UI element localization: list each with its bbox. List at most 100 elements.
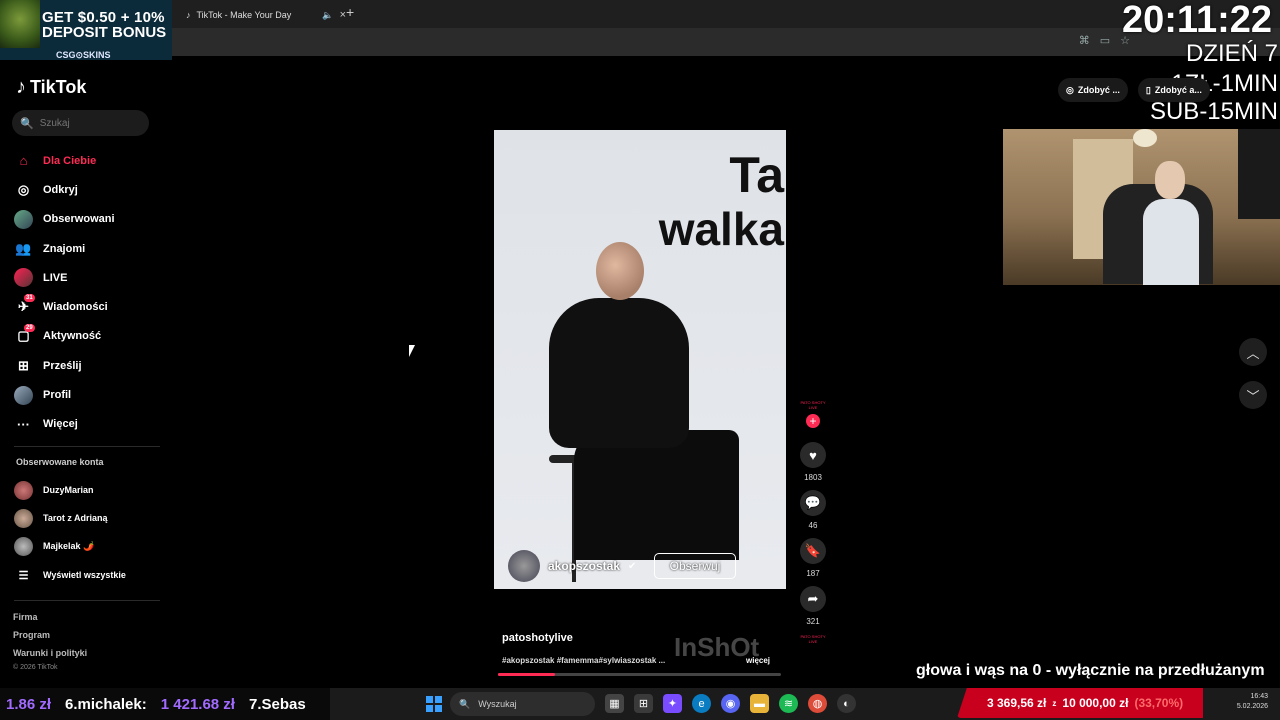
next-video-button[interactable]: ﹀ [1239, 381, 1267, 409]
leader-name-6: 6.michalek: [65, 695, 147, 713]
heart-icon: ♥ [800, 442, 826, 468]
sidebar-item-label: Znajomi [43, 242, 86, 255]
donation-percent: (33,70%) [1134, 696, 1184, 710]
new-tab-button[interactable]: + [346, 4, 354, 20]
stream-clock: 20:11:22 [1121, 0, 1272, 41]
followed-account[interactable]: DuzyMarian [14, 480, 164, 500]
sidebar-item-activity[interactable]: ▢ 29 Aktywność [14, 322, 164, 351]
share-button[interactable]: ➦ 321 [797, 586, 829, 626]
audio-icon[interactable]: 🔈 [322, 10, 333, 21]
translate-icon[interactable]: ⌘ [1079, 34, 1090, 47]
caption-username[interactable]: patoshotylive [502, 632, 573, 644]
sidebar-item-more[interactable]: ··· Więcej [14, 410, 164, 439]
followed-account[interactable]: Tarot z Adrianą [14, 508, 164, 528]
sidebar-item-explore[interactable]: ◎ Odkryj [14, 175, 164, 204]
verified-icon: ✔ [628, 560, 637, 572]
windows-start-icon[interactable] [426, 696, 442, 712]
follow-button[interactable]: Obserwuj [654, 553, 736, 579]
promo-line-1: GET $0.50 + 10% [42, 9, 165, 26]
creator-avatar-logo[interactable]: PATO SHOTY LIVE [800, 400, 825, 410]
person-head [596, 242, 644, 300]
search-input[interactable] [39, 117, 140, 129]
followed-account[interactable]: Majkelak 🌶️ [14, 536, 164, 556]
search-icon: 🔍 [459, 698, 471, 709]
taskbar-time: 16:43 [1250, 693, 1268, 700]
promo-brand: CSG⊙SKINS [56, 50, 111, 60]
chevron-up-icon: ︿ [1246, 345, 1260, 361]
sidebar-item-label: Wiadomości [43, 301, 108, 314]
sidebar-item-label: Obserwowani [43, 213, 115, 226]
sidebar-item-upload[interactable]: ⊞ Prześlij [14, 351, 164, 380]
bookmark-icon: 🔖 [800, 538, 826, 564]
follow-plus-button[interactable]: + [806, 414, 820, 428]
copilot-icon[interactable]: ✦ [663, 694, 682, 713]
taskbar-search[interactable]: 🔍 Wyszukaj [450, 692, 595, 716]
cam-shirt [1143, 199, 1199, 285]
show-all-accounts[interactable]: ☰ Wyświetl wszystkie [14, 565, 164, 585]
divider [14, 446, 160, 447]
get-app-label: Zdobyć a... [1154, 85, 1202, 95]
spotify-icon[interactable]: ≋ [779, 694, 798, 713]
store-icon[interactable]: ⊞ [634, 694, 653, 713]
author-name: akopszostak [548, 559, 621, 573]
like-button[interactable]: ♥ 1803 [797, 442, 829, 482]
get-coins-button[interactable]: ◎ Zdobyć ... [1058, 78, 1128, 102]
avatar [508, 550, 540, 582]
video-progress[interactable] [498, 673, 781, 676]
obs-icon[interactable]: ◐ [837, 694, 856, 713]
search-icon: 🔍 [20, 117, 34, 130]
get-app-button[interactable]: ▯ Zdobyć a... [1137, 78, 1210, 102]
following-accounts-title: Obserwowane konta [16, 457, 104, 467]
taskbar-search-label: Wyszukaj [478, 699, 517, 709]
chrome-icon[interactable]: ◍ [808, 694, 827, 713]
chevron-down-icon: ﹀ [1246, 388, 1260, 404]
video-actions: PATO SHOTY LIVE + ♥ 1803 💬 46 🔖 187 ➦ 321… [797, 400, 829, 644]
caption-hashtags[interactable]: #akopszostak #famemma#sylwiaszostak ... [502, 656, 665, 665]
sidebar-item-label: Prześlij [43, 359, 82, 372]
promo-banner[interactable]: GET $0.50 + 10% DEPOSIT BONUS CSG⊙SKINS [0, 0, 172, 60]
like-count: 1803 [804, 473, 822, 482]
tiktok-logo[interactable]: ♪ TikTok [16, 76, 86, 99]
more-button[interactable]: więcej [746, 656, 770, 665]
donation-sep: z [1052, 698, 1057, 708]
list-icon: ☰ [18, 569, 29, 582]
discord-icon[interactable]: ◉ [721, 694, 740, 713]
divider [14, 600, 160, 601]
avatar [14, 480, 33, 500]
sidebar-item-profile[interactable]: Profil [14, 380, 164, 409]
footer-link-program[interactable]: Program [13, 630, 50, 640]
sidebar-item-messages[interactable]: ✈ 31 Wiadomości [14, 292, 164, 321]
donation-goal-bar: 3 369,56 zł z 10 000,00 zł (33,70%) [957, 688, 1203, 718]
sidebar-item-for-you[interactable]: ⌂ Dla Ciebie [14, 146, 164, 175]
edge-icon[interactable]: e [692, 694, 711, 713]
video-author[interactable]: akopszostak ✔ [508, 550, 636, 582]
comment-button[interactable]: 💬 46 [797, 490, 829, 530]
folder-icon[interactable]: ▬ [750, 694, 769, 713]
cam-face [1155, 161, 1185, 199]
sidebar-item-friends[interactable]: 👥 Znajomi [14, 234, 164, 263]
previous-video-button[interactable]: ︿ [1239, 338, 1267, 366]
cast-icon[interactable]: ▭ [1100, 34, 1110, 47]
taskbar-apps: ▦ ⊞ ✦ e ◉ ▬ ≋ ◍ ◐ [605, 694, 856, 713]
browser-tab[interactable]: ♪ TikTok - Make Your Day 🔈 × [186, 4, 346, 26]
get-coins-label: Zdobyć ... [1077, 85, 1120, 95]
friends-icon: 👥 [15, 240, 32, 256]
video-player[interactable]: Ta walka akopszostak ✔ Obserwuj [494, 130, 786, 589]
footer-link-terms[interactable]: Warunki i polityki [13, 648, 87, 658]
footer-link-company[interactable]: Firma [13, 612, 38, 622]
save-button[interactable]: 🔖 187 [797, 538, 829, 578]
show-all-label: Wyświetl wszystkie [43, 570, 126, 580]
taskbar-clock[interactable]: 16:43 5.02.2026 [1237, 692, 1268, 712]
coin-icon: ◎ [1066, 84, 1074, 95]
sidebar-item-following[interactable]: Obserwowani [14, 205, 164, 234]
logo-text: TikTok [30, 77, 87, 97]
progress-fill [498, 673, 555, 676]
sound-disc-icon[interactable]: PATO SHOTY LIVE [800, 634, 825, 644]
donation-goal: 10 000,00 zł [1062, 696, 1129, 710]
sidebar-item-live[interactable]: LIVE [14, 263, 164, 292]
task-view-icon[interactable]: ▦ [605, 694, 624, 713]
browser-tab-bar: ♪ TikTok - Make Your Day 🔈 × + [172, 0, 1280, 28]
sidebar-nav: ⌂ Dla Ciebie ◎ Odkryj Obserwowani 👥 Znaj… [14, 146, 164, 439]
sidebar-item-label: Więcej [43, 418, 78, 431]
search-box[interactable]: 🔍 [12, 110, 149, 136]
